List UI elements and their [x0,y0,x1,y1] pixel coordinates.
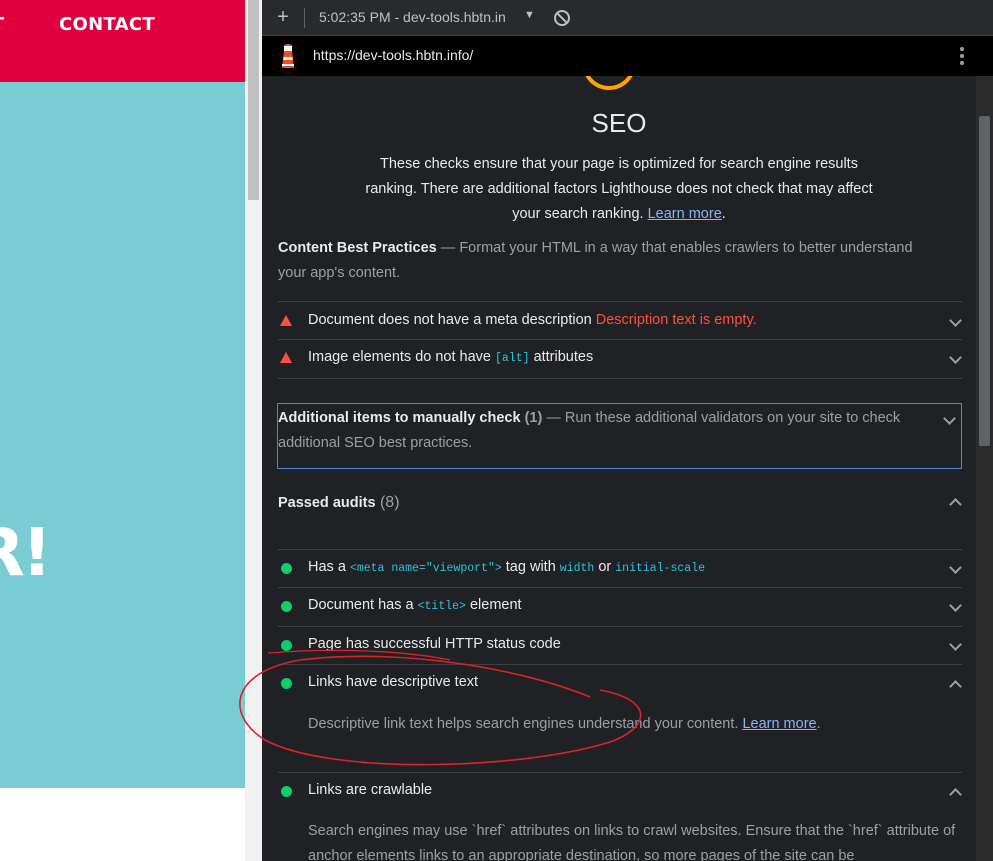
audit-description: Search engines may use `href` attributes… [308,823,956,861]
pass-circle-icon [281,601,292,612]
lighthouse-icon [282,44,294,68]
chevron-up-icon[interactable] [949,788,962,801]
audit-meta-description[interactable]: Document does not have a meta descriptio… [278,303,962,340]
report-scrollbar[interactable] [976,76,993,861]
audit-label: Document has a <title> element [308,597,522,613]
page-scrollbar-thumb[interactable] [248,0,259,200]
group-count: (1) [524,410,543,426]
group-title: Passed audits [278,495,376,511]
hero-heading: R! [0,514,52,591]
chevron-down-icon[interactable] [943,412,956,425]
score-gauge [582,76,636,90]
site-header: UT CONTACT [0,0,245,82]
group-manual-checks[interactable]: Additional items to manually check (1) —… [277,403,962,469]
report-scrollbar-thumb[interactable] [979,116,990,446]
report-url-bar: https://dev-tools.hbtn.info/ [262,36,993,76]
dropdown-arrow-icon[interactable]: ▼ [524,9,535,21]
chevron-down-icon[interactable] [949,561,962,574]
clear-all-icon[interactable] [554,10,570,26]
lighthouse-toolbar: + 5:02:35 PM - dev-tools.hbtn.in ▼ [262,0,993,36]
more-options-icon[interactable] [959,45,965,67]
group-title: Additional items to manually check [278,410,521,426]
page-scrollbar[interactable] [245,0,262,861]
audit-label: Image elements do not have [alt] attribu… [308,349,594,365]
add-icon[interactable]: + [274,6,292,28]
nav-link-about[interactable]: UT [0,14,5,35]
chevron-down-icon[interactable] [949,638,962,651]
pass-circle-icon [281,640,292,651]
nav-link-contact[interactable]: CONTACT [59,14,155,35]
audit-label: Document does not have a meta descriptio… [308,312,757,328]
audit-description: Descriptive link text helps search engin… [308,716,821,732]
chevron-down-icon[interactable] [949,314,962,327]
pass-circle-icon [281,786,292,797]
audit-document-title[interactable]: Document has a <title> element [278,588,962,625]
audit-label: Links have descriptive text [308,674,479,690]
report-url: https://dev-tools.hbtn.info/ [313,47,474,63]
fail-triangle-icon [280,315,292,326]
divider [278,301,962,302]
devtools-panel: + 5:02:35 PM - dev-tools.hbtn.in ▼ https… [262,0,993,861]
audit-link-text[interactable]: Links have descriptive text [278,665,962,702]
report-selector[interactable]: 5:02:35 PM - dev-tools.hbtn.in [319,9,506,25]
learn-more-link[interactable]: Learn more [742,716,816,732]
pass-circle-icon [281,678,292,689]
group-title: Content Best Practices [278,240,437,256]
group-separator: — [440,240,456,256]
audit-http-status[interactable]: Page has successful HTTP status code [278,627,962,664]
divider [278,378,962,379]
lighthouse-report: SEO These checks ensure that your page i… [262,76,976,861]
audit-crawlable-links[interactable]: Links are crawlable [278,773,962,810]
code-snippet: [alt] [495,352,530,365]
group-separator: — [546,410,561,426]
chevron-up-icon[interactable] [949,498,962,511]
learn-more-link[interactable]: Learn more [648,206,722,222]
audit-label: Page has successful HTTP status code [308,636,561,652]
audit-label: Has a <meta name="viewport"> tag with wi… [308,559,705,575]
audit-error-text: Description text is empty. [595,312,757,328]
audit-image-alt[interactable]: Image elements do not have [alt] attribu… [278,340,962,377]
hero-section: R! [0,82,245,788]
pass-circle-icon [281,563,292,574]
chevron-up-icon[interactable] [949,680,962,693]
category-description-text: These checks ensure that your page is op… [365,156,873,222]
group-count: (8) [379,494,400,511]
chevron-down-icon[interactable] [949,351,962,364]
audit-viewport[interactable]: Has a <meta name="viewport"> tag with wi… [278,550,962,587]
fail-triangle-icon [280,352,292,363]
category-description: These checks ensure that your page is op… [365,156,873,222]
site-preview: UT CONTACT R! [0,0,245,861]
group-content-best-practices: Content Best Practices — Format your HTM… [278,236,944,286]
toolbar-divider [304,8,305,28]
group-passed-audits[interactable]: Passed audits (8) [278,494,962,520]
audit-label: Links are crawlable [308,782,433,798]
chevron-down-icon[interactable] [949,599,962,612]
category-title: SEO [591,108,647,138]
